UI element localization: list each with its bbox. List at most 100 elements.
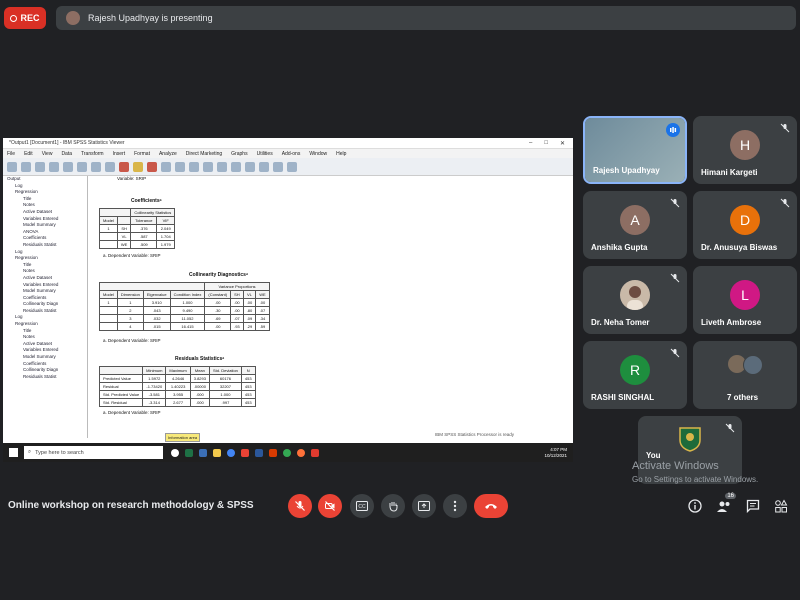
coefficients-table: Collinearity Statistics Model Tolerance … xyxy=(98,208,176,249)
redo-icon xyxy=(105,161,115,172)
outline-item[interactable]: Model Summary xyxy=(3,222,87,229)
table-cell: .80 xyxy=(242,306,257,315)
table-header: VL xyxy=(242,290,257,299)
word-icon xyxy=(255,448,263,457)
participant-tile-rashi[interactable]: R RASHI SINGHAL xyxy=(583,341,687,409)
outline-item[interactable]: Title xyxy=(3,262,87,269)
outline-item[interactable]: Collinearity Diagn xyxy=(3,367,87,374)
table-cell: .000 xyxy=(189,390,210,399)
participant-tile-anshika[interactable]: A Anshika Gupta xyxy=(583,191,687,259)
outline-item[interactable]: Collinearity Diagn xyxy=(3,301,87,308)
outline-item[interactable]: Active Dataset xyxy=(3,341,87,348)
outline-item[interactable]: Variables Entered xyxy=(3,347,87,354)
outline-item[interactable]: Log xyxy=(3,249,87,256)
table-row: 2.043 9.490.30.00.80.07 xyxy=(99,306,270,315)
meeting-details-button[interactable] xyxy=(687,498,703,514)
outline-item[interactable]: ANOVA xyxy=(3,229,87,236)
outline-item[interactable]: Variables Entered xyxy=(3,282,87,289)
avatar: L xyxy=(730,280,760,310)
spss-menu-bar: File Edit View Data Transform Insert For… xyxy=(3,149,573,158)
people-button[interactable]: 16 xyxy=(716,493,736,514)
select-icon xyxy=(189,161,199,172)
activities-button[interactable] xyxy=(773,498,789,514)
participant-tile-liveth[interactable]: L Liveth Ambrose xyxy=(693,266,797,334)
outline-item[interactable]: Title xyxy=(3,196,87,203)
show-icon xyxy=(287,161,297,172)
taskbar-clock: 4:07 PM 10/12/2021 xyxy=(544,447,573,459)
participant-tile-rajesh[interactable]: Rajesh Upadhyay xyxy=(583,116,687,184)
show-all-icon xyxy=(203,161,213,172)
camera-toggle-button[interactable] xyxy=(318,494,342,518)
table-cell: VL xyxy=(116,232,132,241)
table-cell: .00 xyxy=(230,298,244,307)
outline-item[interactable]: Regression xyxy=(3,189,87,196)
table-header: Model xyxy=(99,290,118,299)
shared-screen: *Output1 [Document1] - IBM SPSS Statisti… xyxy=(3,138,573,462)
participant-name: Liveth Ambrose xyxy=(701,318,762,327)
outline-item[interactable]: Notes xyxy=(3,268,87,275)
table-cell: Std. Residual xyxy=(98,398,144,407)
captions-button[interactable]: CC xyxy=(350,494,374,518)
outline-item[interactable]: Residuals Statist xyxy=(3,308,87,315)
outline-item[interactable]: Regression xyxy=(3,321,87,328)
table-cell xyxy=(99,314,118,323)
participant-tile-others[interactable]: 7 others xyxy=(693,341,797,409)
chat-button[interactable] xyxy=(745,498,761,514)
other-avatar xyxy=(743,355,763,375)
participant-tile-anusuya[interactable]: D Dr. Anusuya Biswas xyxy=(693,191,797,259)
table-cell xyxy=(99,322,118,331)
outline-item[interactable]: Log xyxy=(3,183,87,190)
outline-item[interactable]: Regression xyxy=(3,255,87,262)
table-cell: 3.910 xyxy=(142,298,171,307)
table-cell: .00000 xyxy=(189,382,210,391)
menu-insert: Insert xyxy=(112,150,126,157)
outline-item[interactable]: Log xyxy=(3,314,87,321)
chrome-icon-2 xyxy=(283,448,291,457)
table-header xyxy=(98,366,144,375)
participant-tile-you[interactable]: You xyxy=(638,416,742,484)
participant-tile-himani[interactable]: H Himani Kargeti xyxy=(693,116,797,184)
present-screen-button[interactable] xyxy=(412,494,436,518)
outline-item[interactable]: Notes xyxy=(3,202,87,209)
mic-off-icon xyxy=(670,198,680,208)
avatar: A xyxy=(620,205,650,235)
outline-item[interactable]: Model Summary xyxy=(3,288,87,295)
variables-icon xyxy=(147,161,157,172)
menu-graphs: Graphs xyxy=(231,150,248,157)
outline-item[interactable]: Residuals Statist xyxy=(3,374,87,381)
outline-item[interactable]: Notes xyxy=(3,334,87,341)
menu-data: Data xyxy=(61,150,72,157)
recording-indicator: REC xyxy=(4,7,46,29)
outline-item[interactable]: Model Summary xyxy=(3,354,87,361)
outline-item[interactable]: Coefficients xyxy=(3,235,87,242)
meeting-title: Online workshop on research methodology … xyxy=(8,500,254,511)
table-cell xyxy=(99,306,118,315)
more-options-button[interactable] xyxy=(443,494,467,518)
table-cell: -1.73420 xyxy=(142,382,167,391)
plus-icon xyxy=(245,161,255,172)
table-cell: 3 xyxy=(116,314,144,323)
table-cell: .30 xyxy=(204,306,232,315)
more-vert-icon xyxy=(453,500,457,512)
outline-item[interactable]: Coefficients xyxy=(3,361,87,368)
leave-call-button[interactable] xyxy=(474,494,508,518)
residuals-title: Residuals Statisticsᵃ xyxy=(175,356,225,362)
table-header: N xyxy=(240,366,256,375)
raise-hand-button[interactable] xyxy=(381,494,405,518)
dependent-note-top: Variable: SRIP xyxy=(117,176,147,181)
participant-tile-neha[interactable]: Dr. Neha Tomer xyxy=(583,266,687,334)
participant-name: You xyxy=(646,451,661,460)
outline-item[interactable]: Active Dataset xyxy=(3,275,87,282)
outline-item[interactable]: Active Dataset xyxy=(3,209,87,216)
table-cell: 2.049 xyxy=(156,224,176,233)
preview-icon xyxy=(49,161,59,172)
outline-item[interactable]: Variables Entered xyxy=(3,216,87,223)
outline-item[interactable]: Residuals Statist xyxy=(3,242,87,249)
outline-item[interactable]: Coefficients xyxy=(3,295,87,302)
presenting-banner: Rajesh Upadhyay is presenting xyxy=(56,6,796,30)
table-cell xyxy=(99,232,118,241)
table-cell: .00 xyxy=(242,298,257,307)
outline-item[interactable]: Output xyxy=(3,176,87,183)
mic-toggle-button[interactable] xyxy=(288,494,312,518)
outline-item[interactable]: Title xyxy=(3,328,87,335)
